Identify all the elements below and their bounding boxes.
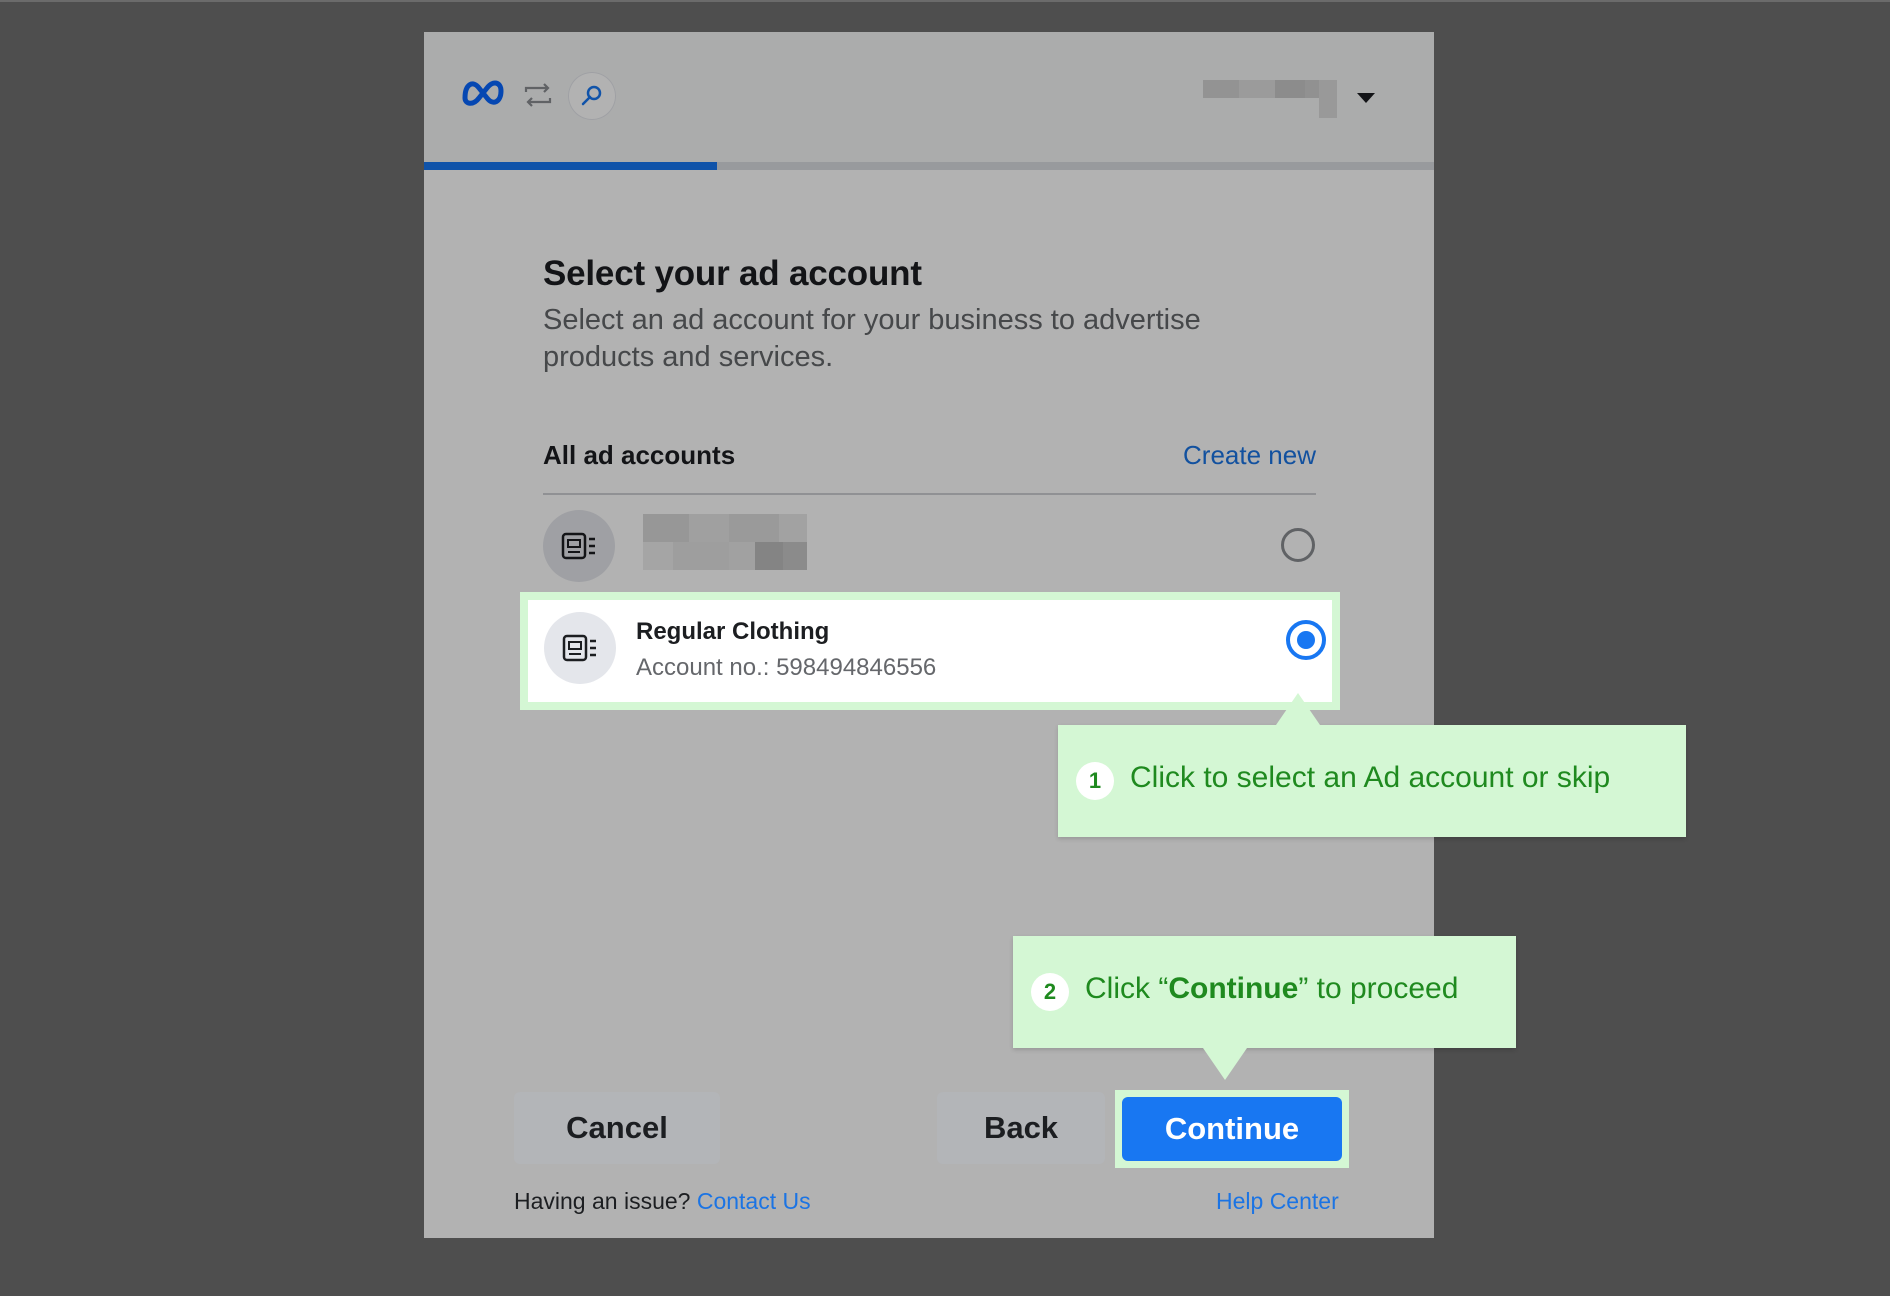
callout-pointer bbox=[1276, 693, 1320, 725]
ad-account-icon bbox=[562, 634, 596, 662]
callout-text-before: Click “ bbox=[1085, 972, 1169, 1005]
step-number-badge: 2 bbox=[1031, 973, 1069, 1011]
callout-pointer bbox=[1203, 1048, 1247, 1080]
callout-text: Click “Continue” to proceed bbox=[1085, 972, 1458, 1006]
callout-text-bold: Continue bbox=[1168, 972, 1299, 1005]
contact-us-link[interactable]: Contact Us bbox=[697, 1188, 811, 1214]
cancel-button[interactable]: Cancel bbox=[514, 1092, 720, 1164]
callout-text: Click to select an Ad account or skip bbox=[1130, 761, 1611, 794]
account-radio-selected[interactable] bbox=[1286, 620, 1326, 660]
account-number: Account no.: 598494846556 bbox=[636, 654, 937, 681]
list-item-selected[interactable]: Regular Clothing Account no.: 5984948465… bbox=[520, 592, 1340, 710]
continue-button[interactable]: Continue bbox=[1122, 1097, 1342, 1161]
radio-dot bbox=[1297, 631, 1315, 649]
continue-highlight: Continue bbox=[1115, 1090, 1349, 1168]
tutorial-callout-2: 2 Click “Continue” to proceed bbox=[1013, 936, 1516, 1080]
back-button[interactable]: Back bbox=[937, 1092, 1105, 1164]
account-name: Regular Clothing bbox=[636, 618, 830, 645]
issue-text: Having an issue? Contact Us bbox=[514, 1188, 811, 1215]
callout-text-after: ” to proceed bbox=[1298, 972, 1459, 1005]
tutorial-callout-1: 1 Click to select an Ad account or skip bbox=[1058, 693, 1686, 837]
step-number-badge: 1 bbox=[1076, 762, 1114, 800]
issue-label: Having an issue? bbox=[514, 1188, 691, 1214]
help-center-link[interactable]: Help Center bbox=[1216, 1188, 1339, 1215]
ad-account-avatar bbox=[544, 612, 616, 684]
